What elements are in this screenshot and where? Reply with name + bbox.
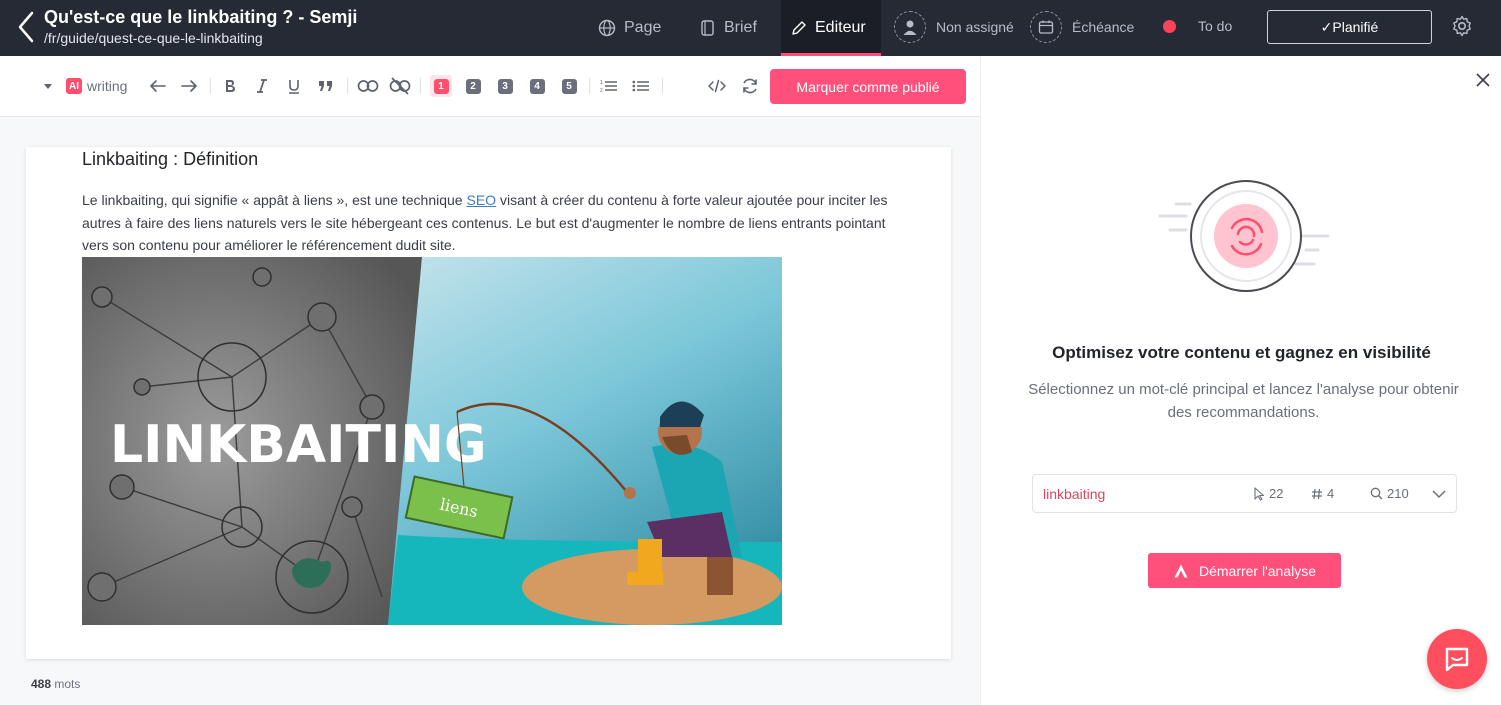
heading-3-label: 3 xyxy=(497,78,513,94)
italic-icon[interactable] xyxy=(254,74,270,98)
bullet-list-icon[interactable] xyxy=(632,74,650,98)
document-heading[interactable]: Linkbaiting : Définition xyxy=(82,149,258,170)
heading-5-button[interactable]: 5 xyxy=(558,74,580,98)
linkbaiting-illustration[interactable]: LINKBAITING liens xyxy=(82,257,782,625)
volume-value: 210 xyxy=(1387,486,1409,501)
ai-badge: AI xyxy=(66,78,82,94)
underline-icon[interactable] xyxy=(286,74,302,98)
tab-editeur-label: Editeur xyxy=(815,19,866,36)
page-title: Qu'est-ce que le linkbaiting ? - Semji xyxy=(44,7,358,27)
assignee-label: Non assigné xyxy=(936,19,1014,35)
user-icon xyxy=(894,11,926,43)
link-icon[interactable] xyxy=(357,74,379,98)
clicks-value: 22 xyxy=(1269,486,1284,501)
volume-stat: 210 xyxy=(1370,486,1409,501)
hash-icon xyxy=(1312,488,1322,499)
position-value: 4 xyxy=(1327,486,1335,501)
chat-support-button[interactable] xyxy=(1427,629,1487,689)
heading-2-button[interactable]: 2 xyxy=(462,74,484,98)
editor-toolbar: AI writing 1 2 3 4 5 1 2 Marquer comme p… xyxy=(0,56,980,117)
position-stat: 4 xyxy=(1311,486,1334,501)
status-indicator-icon xyxy=(1163,20,1176,33)
semji-logo-icon xyxy=(1174,564,1188,577)
svg-text:2: 2 xyxy=(600,88,603,93)
paragraph-text-start: Le linkbaiting, qui signifie « appât à l… xyxy=(82,192,467,208)
tab-page[interactable]: Page xyxy=(598,0,661,56)
planned-button[interactable]: ✓Planifié xyxy=(1267,10,1432,44)
search-icon xyxy=(1370,487,1383,500)
toolbar-divider xyxy=(210,78,211,94)
toolbar-divider xyxy=(662,78,663,94)
undo-icon[interactable] xyxy=(148,74,168,98)
word-count-value: 488 xyxy=(31,677,52,691)
image-title-text: LINKBAITING xyxy=(110,415,487,475)
close-icon[interactable] xyxy=(1473,70,1493,90)
chat-icon xyxy=(1445,647,1469,672)
code-view-icon[interactable] xyxy=(707,74,727,98)
pencil-icon xyxy=(792,21,806,35)
heading-2-label: 2 xyxy=(465,78,481,94)
status-label[interactable]: To do xyxy=(1198,18,1232,34)
start-analysis-button[interactable]: Démarrer l'analyse xyxy=(1148,553,1341,588)
heading-1-button[interactable]: 1 xyxy=(430,74,452,98)
panel-title: Optimisez votre contenu et gagnez en vis… xyxy=(1052,343,1431,362)
word-count-unit: mots xyxy=(54,677,81,691)
seo-link[interactable]: SEO xyxy=(467,192,497,208)
cursor-icon xyxy=(1254,486,1265,501)
heading-5-label: 5 xyxy=(561,78,577,94)
refresh-icon[interactable] xyxy=(740,74,760,98)
due-date-selector[interactable]: Échéance xyxy=(1030,10,1134,44)
tab-editeur[interactable]: Editeur xyxy=(781,0,881,56)
page-url: /fr/guide/quest-ce-que-le-linkbaiting xyxy=(44,30,263,46)
analysis-target-icon xyxy=(1158,180,1330,292)
toolbar-divider xyxy=(347,78,348,94)
ai-writing-button[interactable]: AI writing xyxy=(66,74,127,98)
keyword-value: linkbaiting xyxy=(1043,486,1106,502)
top-bar: Qu'est-ce que le linkbaiting ? - Semji /… xyxy=(0,0,1501,56)
seo-analysis-panel: Optimisez votre contenu et gagnez en vis… xyxy=(980,56,1501,705)
editor-column: AI writing 1 2 3 4 5 1 2 Marquer comme p… xyxy=(0,56,980,705)
heading-1-label: 1 xyxy=(433,78,449,94)
back-arrow-icon[interactable] xyxy=(14,10,38,44)
heading-4-button[interactable]: 4 xyxy=(526,74,548,98)
svg-text:1: 1 xyxy=(600,80,603,86)
start-analysis-label: Démarrer l'analyse xyxy=(1198,562,1317,579)
redo-icon[interactable] xyxy=(179,74,199,98)
assignee-selector[interactable]: Non assigné xyxy=(894,10,1014,44)
quote-icon[interactable] xyxy=(317,74,335,98)
keyword-selector[interactable]: linkbaiting 22 4 210 xyxy=(1032,474,1457,513)
tab-brief[interactable]: Brief xyxy=(700,0,757,56)
unlink-icon[interactable] xyxy=(389,74,411,98)
due-date-label: Échéance xyxy=(1072,19,1135,35)
document-paragraph[interactable]: Le linkbaiting, qui signifie « appât à l… xyxy=(82,189,902,257)
bold-icon[interactable] xyxy=(222,74,238,98)
brief-icon xyxy=(701,20,714,36)
heading-4-label: 4 xyxy=(529,78,545,94)
tab-page-label: Page xyxy=(624,19,662,36)
ai-writing-label: writing xyxy=(87,78,128,94)
word-count: 488 mots xyxy=(31,677,80,691)
gear-icon[interactable] xyxy=(1450,14,1474,38)
calendar-icon xyxy=(1030,11,1062,43)
globe-icon xyxy=(598,19,616,37)
clicks-stat: 22 xyxy=(1253,486,1283,501)
mark-as-published-button[interactable]: Marquer comme publié xyxy=(770,69,966,104)
document-page[interactable]: Linkbaiting : Définition Le linkbaiting,… xyxy=(26,147,951,659)
heading-3-button[interactable]: 3 xyxy=(494,74,516,98)
panel-description: Sélectionnez un mot-clé principal et lan… xyxy=(1028,381,1459,421)
ordered-list-icon[interactable]: 12 xyxy=(600,74,618,98)
chevron-down-icon[interactable] xyxy=(1431,487,1447,501)
toolbar-divider xyxy=(420,78,421,94)
toolbar-divider xyxy=(589,78,590,94)
tab-brief-label: Brief xyxy=(724,19,757,36)
caret-down-icon[interactable] xyxy=(42,74,54,98)
